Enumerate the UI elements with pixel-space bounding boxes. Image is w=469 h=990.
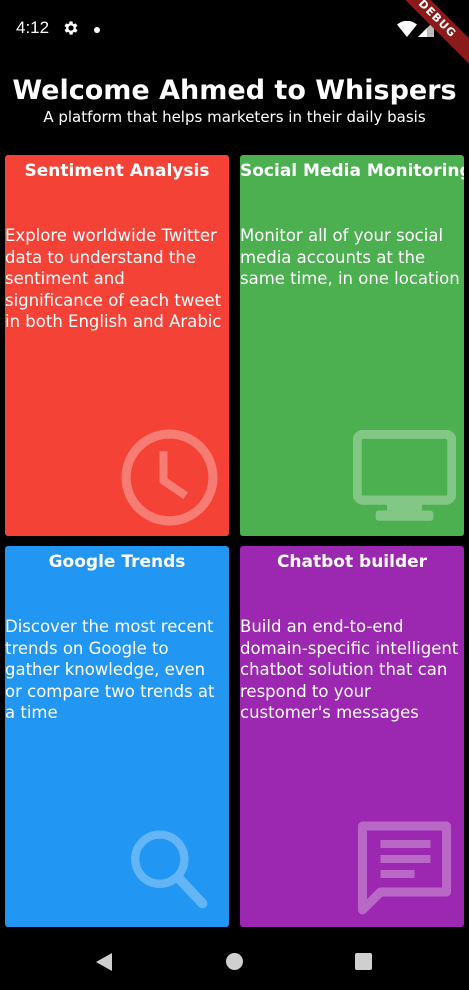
status-time: 4:12 xyxy=(16,18,50,37)
page-title: Welcome Ahmed to Whispers xyxy=(12,75,457,106)
home-icon[interactable] xyxy=(226,953,243,970)
app-screen: 4:12 DEBUG Welcome Ahmed to Whispers A p… xyxy=(0,0,469,990)
card-description: Monitor all of your social media account… xyxy=(240,226,460,288)
card-title: Social Media Monitoring xyxy=(240,161,464,181)
card-description: Discover the most recent trends on Googl… xyxy=(5,617,215,722)
card-google-trends[interactable]: Google Trends Discover the most recent t… xyxy=(5,546,229,927)
card-description: Explore worldwide Twitter data to unders… xyxy=(5,226,222,331)
page-subtitle: A platform that helps marketers in their… xyxy=(43,108,426,126)
card-chatbot-builder[interactable]: Chatbot builder Build an end-to-end doma… xyxy=(240,546,464,927)
card-title: Google Trends xyxy=(48,552,186,572)
wifi-icon xyxy=(397,21,417,37)
system-nav-bar xyxy=(0,932,469,990)
notification-dot-icon xyxy=(94,27,100,33)
card-title: Sentiment Analysis xyxy=(24,161,210,181)
settings-icon xyxy=(64,21,78,35)
clock-icon xyxy=(121,429,218,526)
card-description: Build an end-to-end domain-specific inte… xyxy=(240,617,459,722)
monitor-icon xyxy=(353,430,456,521)
debug-banner: DEBUG xyxy=(381,0,469,75)
card-title: Chatbot builder xyxy=(276,552,428,572)
recents-icon[interactable] xyxy=(355,953,372,970)
card-sentiment-analysis[interactable]: Sentiment Analysis Explore worldwide Twi… xyxy=(5,155,229,536)
card-social-media-monitoring[interactable]: Social Media Monitoring Monitor all of y… xyxy=(240,155,464,536)
search-icon xyxy=(131,830,208,909)
back-icon[interactable] xyxy=(95,952,113,972)
chat-message-icon xyxy=(358,821,451,915)
status-bar: 4:12 DEBUG xyxy=(0,0,469,75)
